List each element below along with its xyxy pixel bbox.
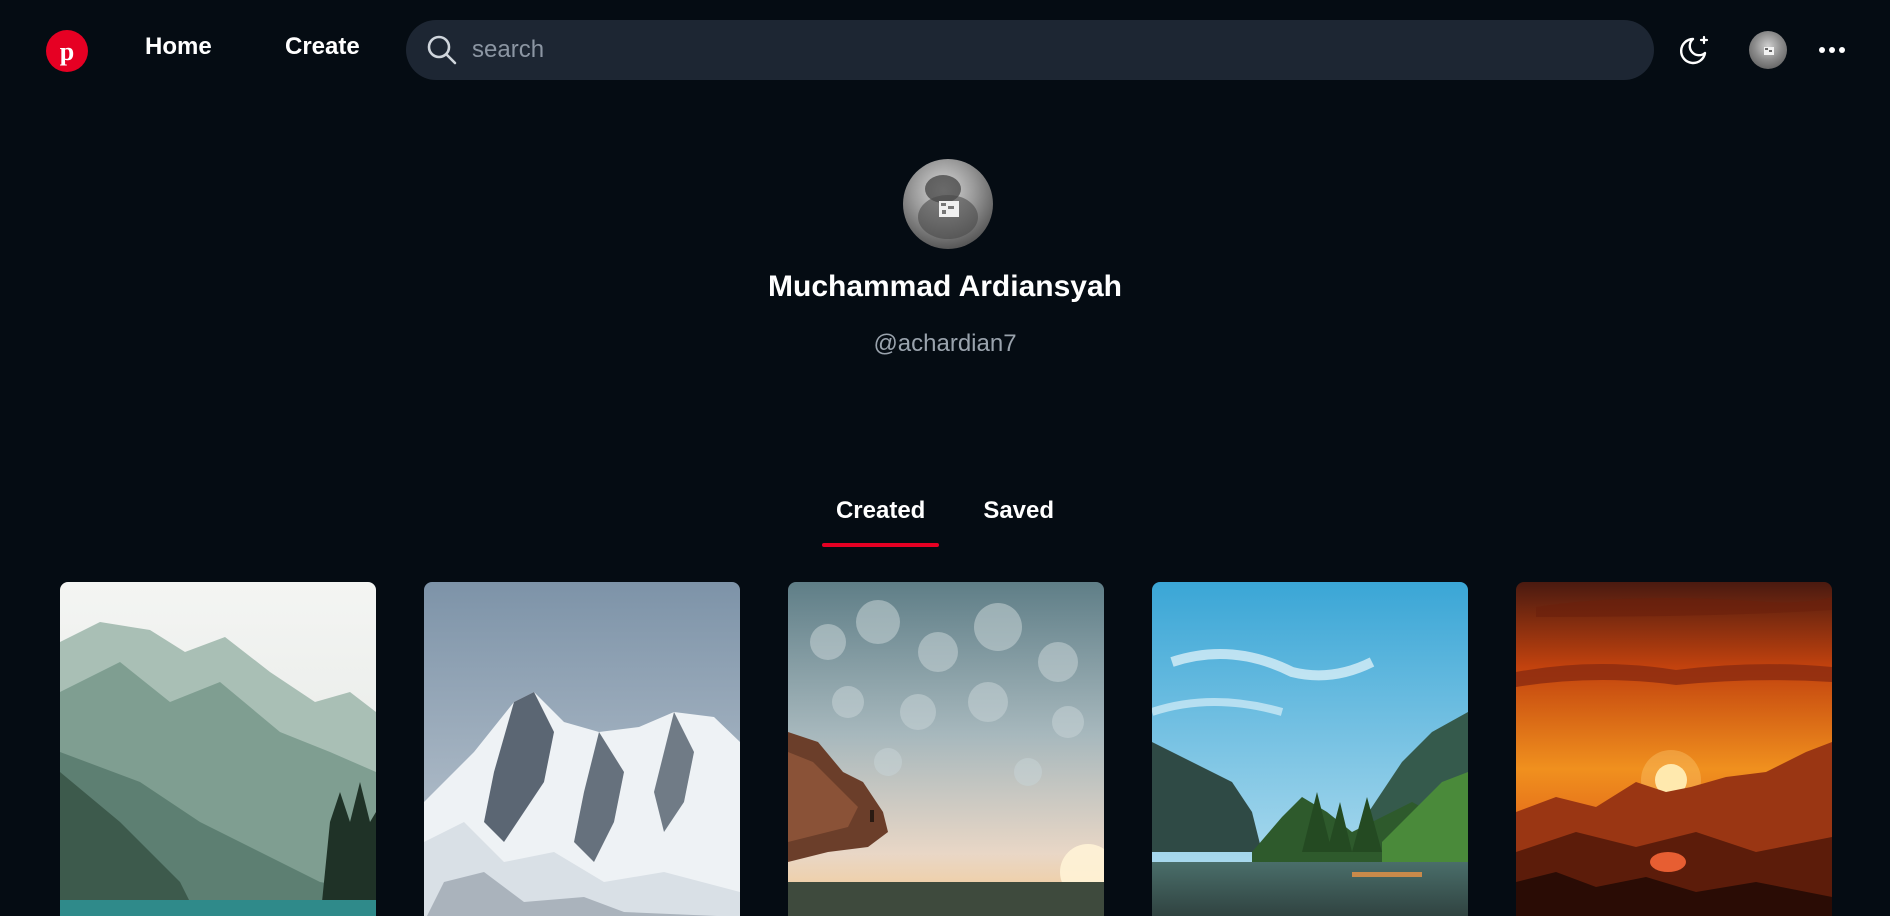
tab-created[interactable]: Created [821,495,940,547]
profile-tabs: Created Saved [0,495,1890,547]
nav-create-link[interactable]: Create [285,33,360,61]
profile-avatar [903,159,993,249]
more-dots-icon [1819,47,1845,53]
svg-text:p: p [60,37,74,66]
profile-handle: @achardian7 [873,330,1017,357]
theme-toggle-button[interactable] [1676,30,1716,70]
pin-grid [60,582,1835,916]
more-options-button[interactable] [1816,36,1848,64]
tab-saved[interactable]: Saved [969,495,1068,547]
pin-card-mountain-lake[interactable] [60,582,376,916]
search-icon [427,35,457,65]
pin-card-orange-sunset[interactable] [1516,582,1832,916]
pin-card-valley-river[interactable] [1152,582,1468,916]
search-input[interactable] [472,30,1654,70]
pinterest-logo-icon[interactable]: p [46,30,88,72]
top-navbar: p Home Create [0,0,1890,100]
pin-card-snowy-peak[interactable] [424,582,740,916]
user-avatar[interactable] [1749,31,1787,69]
moon-icon [1680,35,1709,65]
profile-name: Muchammad Ardiansyah [768,270,1122,303]
search-bar[interactable] [406,20,1654,80]
pin-card-cliff-sky[interactable] [788,582,1104,916]
nav-home-link[interactable]: Home [145,33,212,61]
